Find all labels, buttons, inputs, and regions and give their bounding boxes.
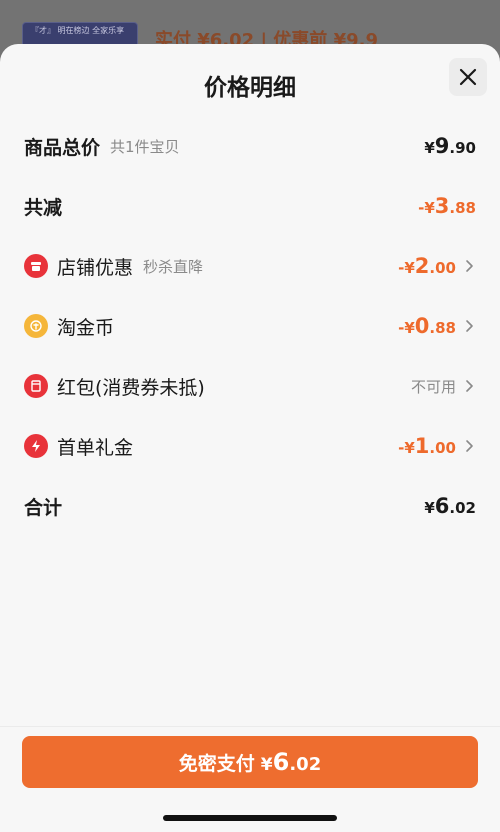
price-detail-sheet: 价格明细 商品总价 共1件宝贝 ¥9.90 共减 -¥ 3.88 店铺优惠 秒杀直…	[0, 44, 500, 832]
total-discount-amount: -¥ 3.88	[418, 194, 476, 218]
store-discount-label: 店铺优惠	[57, 256, 134, 279]
first-order-gift-amount: -¥ 1.00	[398, 434, 456, 458]
row-store-discount[interactable]: 店铺优惠 秒杀直降 -¥ 2.00	[24, 246, 476, 286]
thumbnail-text: 『才』 明在榜边 全家乐享	[31, 26, 125, 35]
chevron-right-icon	[464, 319, 474, 333]
taojinbi-amount: -¥ 0.88	[398, 314, 456, 338]
item-count: 共1件宝贝	[110, 137, 180, 156]
taojinbi-label: 淘金币	[57, 316, 115, 339]
store-discount-amount: -¥ 2.00	[398, 254, 456, 278]
pay-button-amount: ¥6.02	[260, 748, 322, 776]
row-red-packet[interactable]: 红包(消费券未抵) 不可用	[24, 366, 476, 406]
pay-button-label: 免密支付	[178, 752, 255, 775]
close-icon	[459, 68, 477, 86]
password-free-pay-button[interactable]: 免密支付 ¥6.02	[22, 736, 478, 788]
sheet-title: 价格明细	[204, 75, 296, 101]
store-discount-type: 秒杀直降	[143, 257, 204, 276]
store-icon	[24, 254, 48, 278]
total-price-label: 商品总价	[24, 136, 101, 159]
red-packet-status: 不可用	[410, 377, 456, 396]
coin-icon	[24, 314, 48, 338]
red-packet-label: 红包(消费券未抵)	[57, 376, 205, 399]
total-price-amount: ¥9.90	[424, 134, 476, 158]
lightning-icon	[24, 434, 48, 458]
chevron-right-icon	[464, 379, 474, 393]
subtotal-amount: ¥6.02	[424, 494, 476, 518]
total-discount-label: 共减	[24, 196, 63, 219]
home-indicator	[163, 815, 337, 821]
subtotal-label: 合计	[24, 496, 63, 519]
row-total-discount: 共减 -¥ 3.88	[24, 186, 476, 226]
row-first-order-gift[interactable]: 首单礼金 -¥ 1.00	[24, 426, 476, 466]
first-order-gift-label: 首单礼金	[57, 436, 134, 459]
row-subtotal: 合计 ¥6.02	[24, 486, 476, 526]
red-packet-icon	[24, 374, 48, 398]
chevron-right-icon	[464, 259, 474, 273]
row-taojinbi[interactable]: 淘金币 -¥ 0.88	[24, 306, 476, 346]
chevron-right-icon	[464, 439, 474, 453]
row-total-price: 商品总价 共1件宝贝 ¥9.90	[24, 126, 476, 166]
close-button[interactable]	[449, 58, 487, 96]
divider	[0, 726, 500, 727]
